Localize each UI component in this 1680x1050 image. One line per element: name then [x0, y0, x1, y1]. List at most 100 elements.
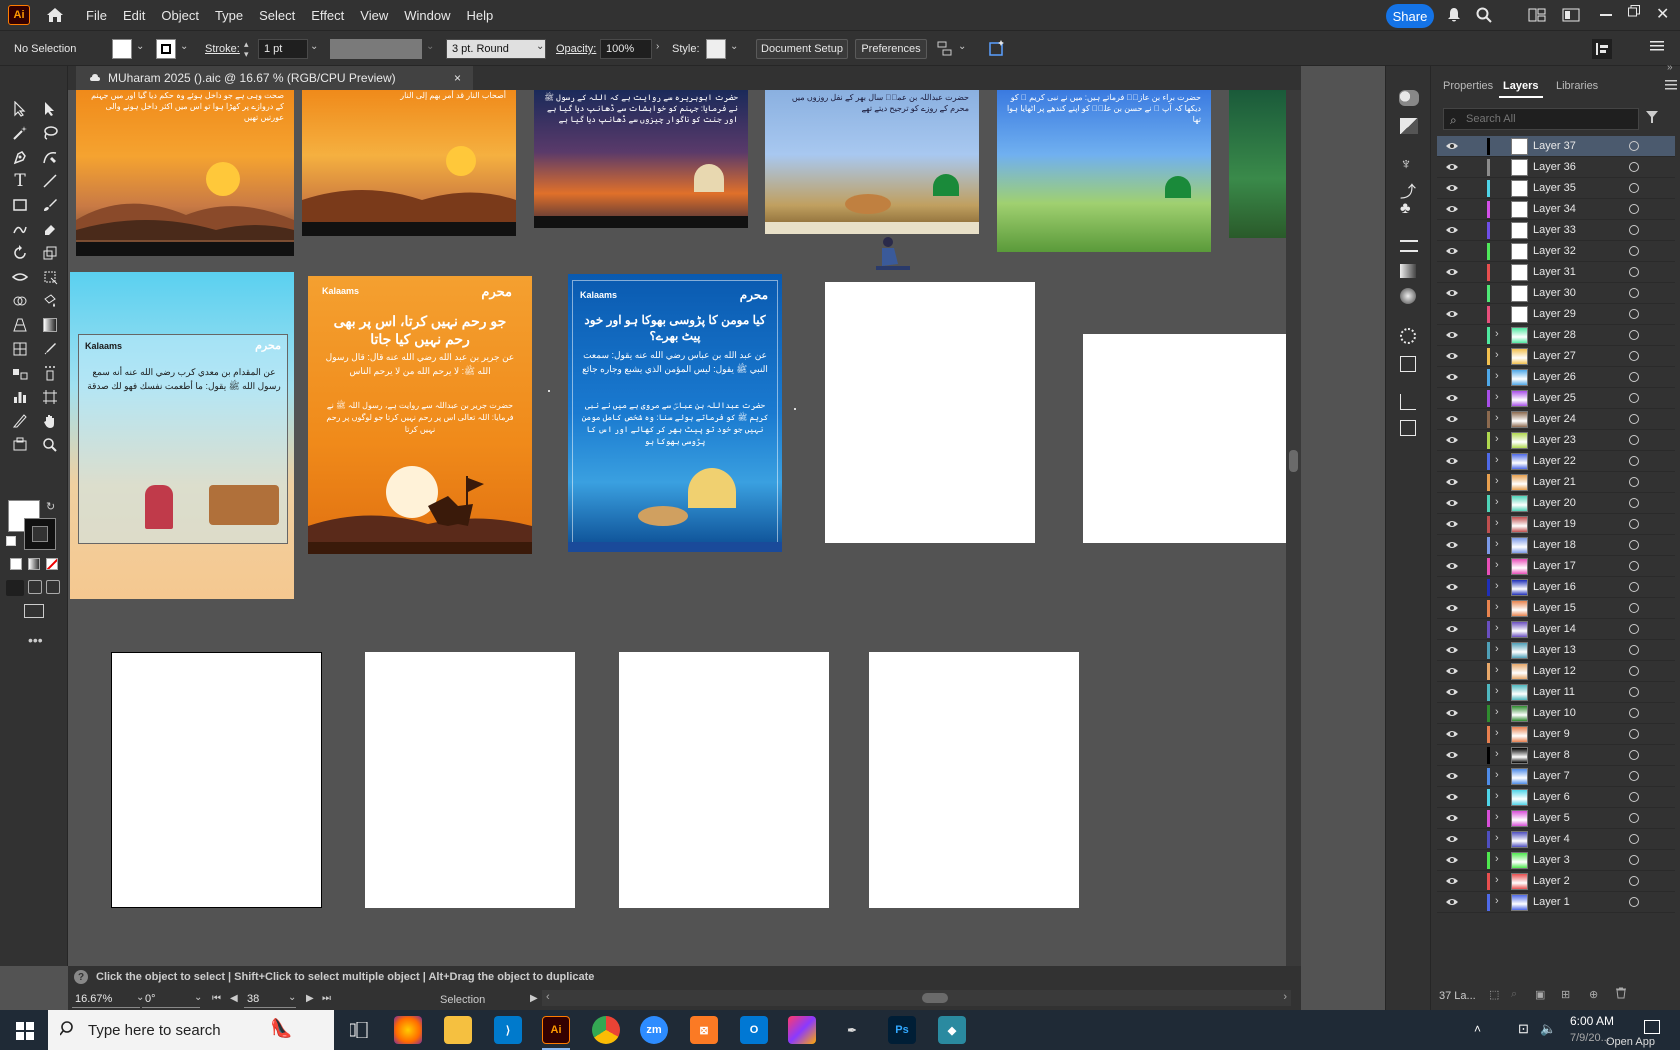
rotate-dropdown-icon[interactable]: ⌄: [194, 992, 202, 1003]
expand-chevron-icon[interactable]: ›: [1495, 328, 1499, 340]
target-circle-icon[interactable]: [1629, 624, 1639, 634]
last-artboard-icon[interactable]: ⏭: [322, 993, 331, 1004]
lock-toggle[interactable]: [1465, 853, 1479, 867]
layer-name[interactable]: Layer 29: [1533, 308, 1576, 320]
appearance-icon[interactable]: [1400, 328, 1416, 344]
tab-layers[interactable]: Layers: [1503, 80, 1538, 92]
layer-name[interactable]: Layer 35: [1533, 182, 1576, 194]
layer-name[interactable]: Layer 22: [1533, 455, 1576, 467]
brush-field[interactable]: 3 pt. Round: [446, 39, 546, 59]
artboard-4[interactable]: حضرت عبداللہ بن عمرؓ سال بھر کے نفل روزو…: [765, 90, 979, 234]
visibility-eye-icon[interactable]: [1445, 540, 1459, 550]
target-circle-icon[interactable]: [1629, 204, 1639, 214]
artboard-15[interactable]: [869, 652, 1079, 908]
layer-row[interactable]: › Layer 26: [1437, 367, 1675, 388]
layer-name[interactable]: Layer 34: [1533, 203, 1576, 215]
lock-toggle[interactable]: [1465, 433, 1479, 447]
workspace-icon[interactable]: [1528, 8, 1546, 22]
layer-row[interactable]: Layer 29: [1437, 304, 1675, 325]
help-icon[interactable]: ?: [74, 970, 88, 984]
status-menu-icon[interactable]: ▶: [530, 993, 538, 1004]
menu-view[interactable]: View: [352, 8, 396, 23]
gradient-panel-icon[interactable]: [1400, 264, 1416, 278]
brush-dropdown-icon[interactable]: ⌄: [536, 41, 544, 52]
layer-row[interactable]: › Layer 13: [1437, 640, 1675, 661]
target-circle-icon[interactable]: [1629, 771, 1639, 781]
layer-row[interactable]: › Layer 16: [1437, 577, 1675, 598]
document-setup-button[interactable]: Document Setup: [756, 39, 848, 59]
style-dropdown-icon[interactable]: ⌄: [730, 41, 738, 52]
free-transform-icon[interactable]: [38, 266, 62, 288]
print-tiling-icon[interactable]: [8, 434, 32, 456]
lock-toggle[interactable]: [1465, 811, 1479, 825]
close-icon[interactable]: ✕: [1656, 4, 1669, 24]
expand-chevron-icon[interactable]: ›: [1495, 874, 1499, 886]
minimize-icon[interactable]: [1600, 14, 1612, 16]
mesh-tool-icon[interactable]: [8, 338, 32, 360]
target-circle-icon[interactable]: [1629, 351, 1639, 361]
puppet-warp-icon[interactable]: ♆: [1400, 156, 1412, 174]
delete-layer-icon[interactable]: [1615, 987, 1627, 999]
layer-name[interactable]: Layer 11: [1533, 686, 1575, 698]
artboard-2[interactable]: أصحاب النار قد أمر بهم إلى النار: [302, 90, 516, 236]
opacity-label[interactable]: Opacity:: [556, 43, 596, 55]
graphic-styles-icon[interactable]: [1400, 356, 1416, 372]
target-circle-icon[interactable]: [1629, 435, 1639, 445]
target-circle-icon[interactable]: [1629, 687, 1639, 697]
visibility-eye-icon[interactable]: [1445, 330, 1459, 340]
visibility-eye-icon[interactable]: [1445, 414, 1459, 424]
visibility-eye-icon[interactable]: [1445, 393, 1459, 403]
artboard-13[interactable]: [365, 652, 575, 908]
visibility-eye-icon[interactable]: [1445, 204, 1459, 214]
layer-name[interactable]: Layer 25: [1533, 392, 1576, 404]
prev-artboard-icon[interactable]: ◀: [230, 993, 238, 1004]
lock-toggle[interactable]: [1465, 685, 1479, 699]
expand-chevron-icon[interactable]: ›: [1495, 601, 1499, 613]
shape-builder-icon[interactable]: [8, 290, 32, 312]
visibility-eye-icon[interactable]: [1445, 876, 1459, 886]
color-mode-icon[interactable]: [10, 558, 22, 570]
visibility-eye-icon[interactable]: [1445, 582, 1459, 592]
network-icon[interactable]: ⊡: [1518, 1021, 1529, 1037]
target-circle-icon[interactable]: [1629, 372, 1639, 382]
width-tool-icon[interactable]: [8, 266, 32, 288]
layer-row[interactable]: Layer 36: [1437, 157, 1675, 178]
layer-row[interactable]: › Layer 17: [1437, 556, 1675, 577]
layer-name[interactable]: Layer 9: [1533, 728, 1570, 740]
layer-name[interactable]: Layer 20: [1533, 497, 1576, 509]
xampp-icon[interactable]: ⊠: [690, 1016, 718, 1044]
visibility-eye-icon[interactable]: [1445, 183, 1459, 193]
lock-toggle[interactable]: [1465, 475, 1479, 489]
artboard-8[interactable]: Kalaams محرم جو رحم نہیں کرتا، اس پر بھی…: [308, 276, 532, 554]
target-circle-icon[interactable]: [1629, 162, 1639, 172]
layer-name[interactable]: Layer 37: [1533, 140, 1576, 152]
visibility-eye-icon[interactable]: [1445, 624, 1459, 634]
target-circle-icon[interactable]: [1629, 603, 1639, 613]
color-panel-icon[interactable]: [1399, 90, 1419, 106]
zoom-app-icon[interactable]: zm: [640, 1016, 668, 1044]
slice-tool-icon[interactable]: [8, 410, 32, 432]
opacity-arrow-icon[interactable]: ›: [656, 41, 659, 52]
expand-chevron-icon[interactable]: ›: [1495, 370, 1499, 382]
lock-toggle[interactable]: [1465, 895, 1479, 909]
layer-row[interactable]: › Layer 28: [1437, 325, 1675, 346]
expand-chevron-icon[interactable]: ›: [1495, 433, 1499, 445]
visibility-eye-icon[interactable]: [1445, 834, 1459, 844]
layer-row[interactable]: › Layer 22: [1437, 451, 1675, 472]
scroll-right-icon[interactable]: ›: [1283, 991, 1287, 1003]
symbols-icon[interactable]: ♣: [1400, 200, 1411, 218]
default-colors-icon[interactable]: [6, 536, 16, 546]
new-sublayer-icon[interactable]: ⊞: [1561, 988, 1570, 1001]
lock-toggle[interactable]: [1465, 412, 1479, 426]
eyedropper-icon[interactable]: [38, 338, 62, 360]
stroke-label[interactable]: Stroke:: [205, 43, 240, 55]
layer-row[interactable]: › Layer 27: [1437, 346, 1675, 367]
expand-chevron-icon[interactable]: ›: [1495, 391, 1499, 403]
selection-tool-icon[interactable]: [8, 98, 32, 120]
magic-wand-icon[interactable]: [8, 122, 32, 144]
layer-row[interactable]: › Layer 23: [1437, 430, 1675, 451]
lock-toggle[interactable]: [1465, 244, 1479, 258]
stroke-swatch[interactable]: [156, 39, 176, 59]
lock-toggle[interactable]: [1465, 223, 1479, 237]
menu-type[interactable]: Type: [207, 8, 251, 23]
